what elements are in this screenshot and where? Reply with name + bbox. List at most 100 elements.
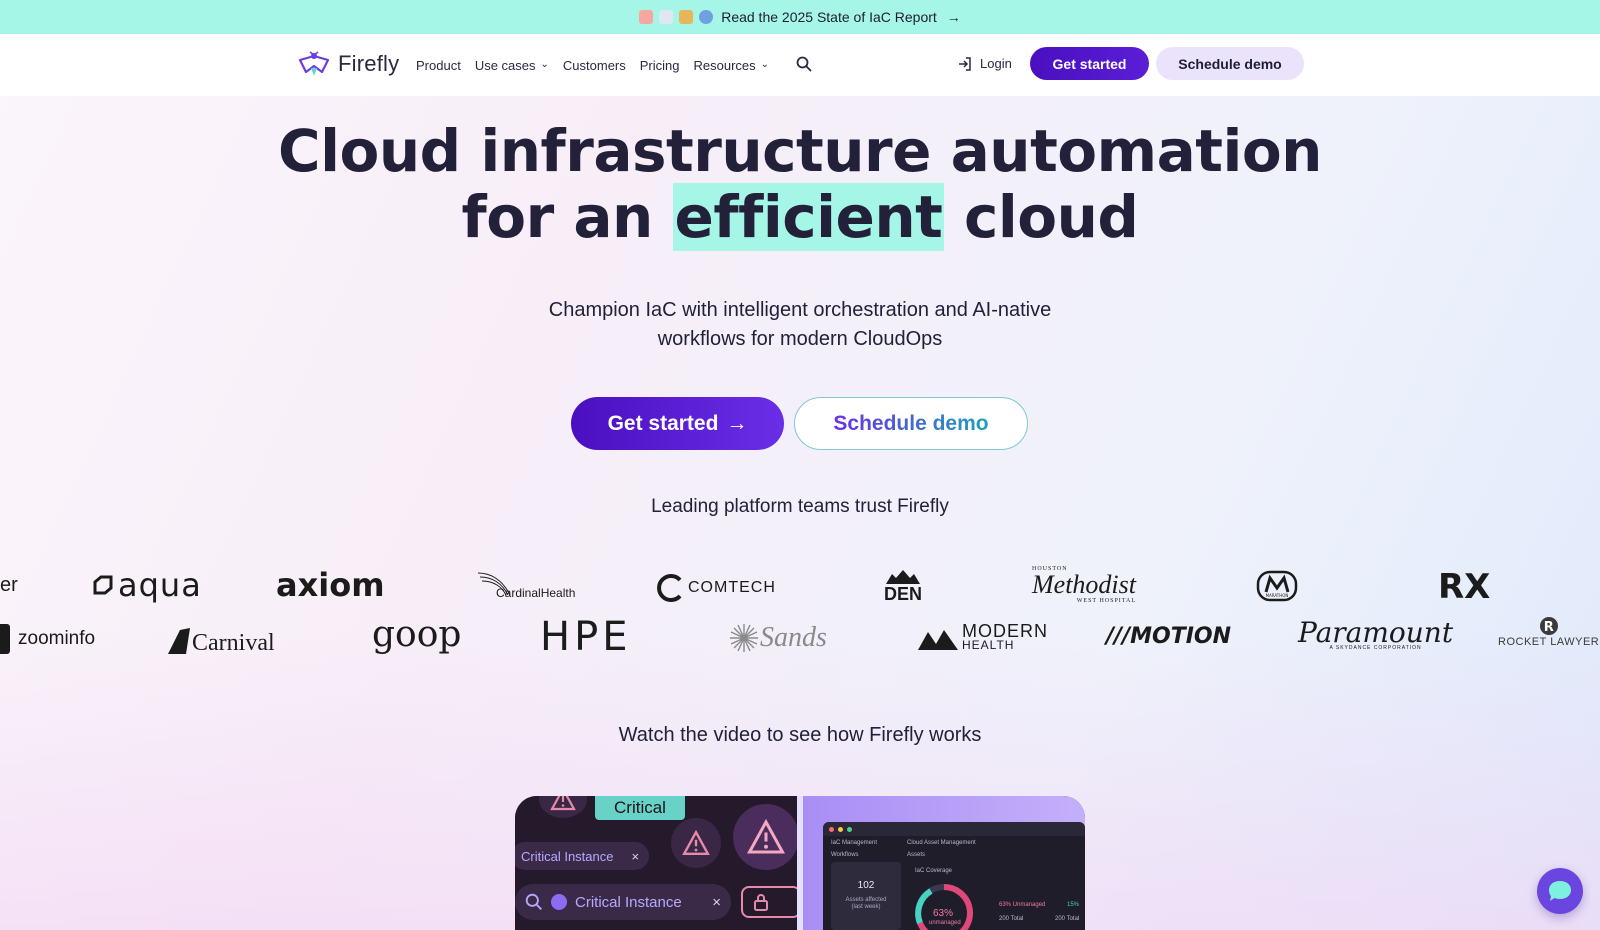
logo-rocket-lawyer: R ROCKET LAWYER <box>1498 616 1599 648</box>
logo-comtech: COMTECH <box>654 572 776 604</box>
lock-icon <box>754 894 768 911</box>
comtech-ring-icon <box>657 574 682 602</box>
critical-tag: Critical <box>595 796 685 820</box>
nav-item-product[interactable]: Product <box>416 58 461 73</box>
total-a: 200 Total <box>999 916 1024 922</box>
dash-workflows-label: Workflows <box>831 852 859 858</box>
logo-goop: goop <box>372 614 462 655</box>
hero-title-line1: Cloud infrastructure automation <box>278 117 1322 185</box>
total-b: 200 Total <box>1055 916 1080 922</box>
customer-logos-row-1: er aqua axiom CardinalHealth COMTECH DEN… <box>0 566 1600 610</box>
close-icon[interactable]: × <box>631 849 639 864</box>
chip-label: Critical Instance <box>521 848 614 864</box>
logo-methodist-bottom: WEST HOSPITAL <box>1076 598 1136 604</box>
marathon-label: MARATHON <box>1266 593 1289 598</box>
customer-logos-row-2: zoominfo Carnival goop HPE Sands MODERN … <box>0 614 1600 662</box>
search-chip-label: Critical Instance <box>575 893 682 911</box>
login-link[interactable]: Login <box>958 56 1012 71</box>
logo-houston-methodist: HOUSTON Methodist WEST HOSPITAL <box>1032 566 1136 604</box>
close-icon[interactable]: × <box>712 894 721 911</box>
logo-modern-health-text: MODERN HEALTH <box>962 622 1048 652</box>
zoominfo-mark-icon <box>0 624 10 654</box>
logo-axiom: axiom <box>276 566 385 604</box>
modern-health-peaks-icon <box>918 630 958 650</box>
logo-marathon: MARATHON <box>1256 570 1298 602</box>
window-dot-yellow <box>838 826 843 832</box>
critical-instance-search[interactable]: Critical Instance × <box>515 884 731 920</box>
motion-stripes-icon: /// <box>1106 624 1131 649</box>
chat-launcher-button[interactable] <box>1537 868 1583 914</box>
logo-paramount-sub: A SKYDANCE CORPORATION <box>1329 645 1422 651</box>
hero-title-line2-pre: for an <box>461 183 673 251</box>
brand-logo[interactable]: Firefly <box>296 50 399 78</box>
dash-cloud-label: Cloud Asset Management <box>907 840 976 846</box>
video-caption: Watch the video to see how Firefly works <box>618 724 982 746</box>
logo-cardinal-text: CardinalHealth <box>496 586 576 600</box>
logo-zoominfo-text: zoominfo <box>18 628 96 649</box>
dashboard-titlebar <box>823 822 1085 836</box>
announcement-bar[interactable]: Read the 2025 State of IaC Report → <box>0 0 1600 34</box>
legend-unmanaged: 63% Unmanaged <box>999 902 1046 908</box>
nav-item-resources[interactable]: Resources ⌄ <box>694 58 770 73</box>
warning-circle-large <box>733 804 799 870</box>
hero-subtitle: Champion IaC with intelligent orchestrat… <box>0 296 1600 354</box>
announcement-text[interactable]: Read the 2025 State of IaC Report <box>721 9 937 25</box>
gauge-value: 63% <box>933 908 954 919</box>
logo-aqua: aqua <box>92 566 202 604</box>
hero-schedule-demo-button[interactable]: Schedule demo <box>794 397 1028 450</box>
video-preview[interactable]: Critical Critical Instance × Critical In… <box>515 796 1085 930</box>
logo-sands: Sands <box>728 622 827 654</box>
warning-icon <box>550 796 576 811</box>
nav-item-label: Product <box>416 57 461 73</box>
logo-den-text: DEN <box>884 584 923 604</box>
den-mountain-icon <box>886 570 920 584</box>
search-icon <box>525 893 542 910</box>
sands-burst-icon <box>730 624 758 652</box>
magnifier-emoji-icon <box>699 10 714 24</box>
brand-name: Firefly <box>338 51 400 76</box>
marathon-badge-icon: MARATHON <box>1256 570 1298 602</box>
rocket-emoji-icon <box>639 10 654 24</box>
logo-den: DEN <box>884 570 922 605</box>
logo-methodist-text: Methodist <box>1032 570 1136 599</box>
dashboard-mock: IaC Management Cloud Asset Management Wo… <box>823 822 1085 930</box>
logo-modern-health: MODERN HEALTH <box>918 622 1048 652</box>
assets-affected-card: 102 Assets affected (last week) <box>831 862 901 930</box>
logo-aqua-text: aqua <box>118 566 202 604</box>
logo-carnival: Carnival <box>166 624 275 657</box>
chevron-down-icon: ⌄ <box>540 58 549 70</box>
svg-text:R: R <box>1543 620 1554 635</box>
assets-affected-label: Assets affected <box>845 897 887 903</box>
dash-assets-label: Assets <box>907 852 926 858</box>
logo-rocket-lawyer-text: ROCKET LAWYER <box>1498 636 1600 648</box>
video-right-panel: IaC Management Cloud Asset Management Wo… <box>803 796 1085 930</box>
video-left-panel: Critical Critical Instance × Critical In… <box>515 796 801 930</box>
lock-chip <box>741 886 801 918</box>
chevron-down-icon: ⌄ <box>760 58 770 70</box>
login-icon <box>959 56 971 71</box>
hero-subtitle-line2: workflows for modern CloudOps <box>657 328 943 350</box>
logo-hpe: HPE <box>540 614 632 660</box>
logo-cardinal-health: CardinalHealth <box>476 568 575 600</box>
nav-item-use-cases[interactable]: Use cases ⌄ <box>475 58 549 73</box>
assets-affected-value: 102 <box>857 880 875 891</box>
warning-icon <box>682 830 710 855</box>
nav-get-started-button[interactable]: Get started <box>1030 47 1149 80</box>
nav-item-label: Pricing <box>639 57 680 73</box>
window-dot-red <box>829 826 834 832</box>
top-navigation: Firefly Product Use cases ⌄ Customers Pri… <box>0 34 1600 96</box>
firefly-logo-icon <box>298 51 330 76</box>
nav-item-customers[interactable]: Customers <box>563 58 626 73</box>
search-icon[interactable] <box>796 56 812 72</box>
nav-item-pricing[interactable]: Pricing <box>640 58 680 73</box>
critical-instance-chip[interactable]: Critical Instance × <box>515 842 650 870</box>
assets-affected-sub: (last week) <box>851 904 881 910</box>
hero-get-started-label: Get started <box>607 411 719 435</box>
nav-schedule-demo-button[interactable]: Schedule demo <box>1156 47 1304 80</box>
hero-get-started-button[interactable]: Get started → <box>571 397 784 450</box>
hero-subtitle-line1: Champion IaC with intelligent orchestrat… <box>548 299 1052 321</box>
alert-dot-icon <box>551 894 567 910</box>
logo-zoominfo: zoominfo <box>0 624 95 654</box>
warning-icon <box>746 819 786 854</box>
hero-title-line2-post: cloud <box>944 183 1139 251</box>
